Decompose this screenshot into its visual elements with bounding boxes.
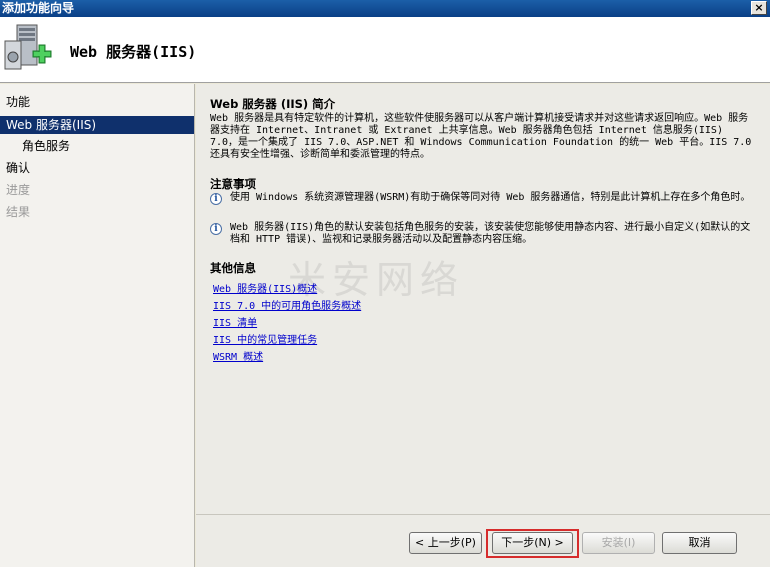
notes-title: 注意事项 bbox=[210, 177, 256, 191]
window-titlebar[interactable]: 添加功能向导 × bbox=[0, 0, 770, 17]
server-add-icon bbox=[4, 24, 52, 70]
close-button[interactable]: × bbox=[751, 1, 767, 15]
intro-title: Web 服务器 (IIS) 简介 bbox=[210, 97, 336, 111]
step-role-services[interactable]: 角色服务 bbox=[0, 137, 194, 155]
page-title: Web 服务器(IIS) bbox=[70, 43, 197, 61]
step-results: 结果 bbox=[6, 205, 31, 219]
note-text: Web 服务器(IIS)角色的默认安装包括角色服务的安装，该安装使您能够使用静态… bbox=[230, 222, 751, 245]
link-iis-checklist[interactable]: IIS 清单 bbox=[213, 314, 257, 329]
link-wsrm-overview[interactable]: WSRM 概述 bbox=[213, 348, 263, 363]
window-title: 添加功能向导 bbox=[2, 1, 75, 15]
install-button: 安装(I) bbox=[582, 532, 655, 554]
next-button[interactable]: 下一步(N) > bbox=[492, 532, 573, 554]
note-default-install: i Web 服务器(IIS)角色的默认安装包括角色服务的安装，该安装使您能够使用… bbox=[210, 222, 755, 250]
link-web-server-overview[interactable]: Web 服务器(IIS)概述 bbox=[213, 280, 317, 295]
wizard-footer: < 上一步(P) 下一步(N) > 安装(I) 取消 bbox=[196, 514, 770, 567]
step-web-server-iis[interactable]: Web 服务器(IIS) bbox=[0, 116, 194, 134]
info-icon: i bbox=[210, 223, 222, 235]
step-confirmation[interactable]: 确认 bbox=[0, 159, 194, 177]
note-wsrm: i 使用 Windows 系统资源管理器(WSRM)有助于确保等同对待 Web … bbox=[210, 192, 755, 220]
link-common-admin-tasks[interactable]: IIS 中的常见管理任务 bbox=[213, 331, 317, 346]
intro-text: Web 服务器是具有特定软件的计算机，这些软件使服务器可以从客户端计算机接受请求… bbox=[210, 113, 752, 160]
step-progress: 进度 bbox=[6, 183, 31, 197]
back-button[interactable]: < 上一步(P) bbox=[409, 532, 482, 554]
more-info-title: 其他信息 bbox=[210, 261, 256, 275]
wizard-content: 米安网络 Web 服务器 (IIS) 简介 Web 服务器是具有特定软件的计算机… bbox=[196, 84, 770, 514]
cancel-button[interactable]: 取消 bbox=[662, 532, 737, 554]
note-text: 使用 Windows 系统资源管理器(WSRM)有助于确保等同对待 Web 服务… bbox=[230, 192, 751, 203]
info-icon: i bbox=[210, 193, 222, 205]
wizard-steps-sidebar: 功能 Web 服务器(IIS) 角色服务 确认 进度 结果 bbox=[0, 84, 195, 567]
step-features[interactable]: 功能 bbox=[0, 93, 194, 111]
link-role-services-overview[interactable]: IIS 7.0 中的可用角色服务概述 bbox=[213, 297, 361, 312]
wizard-header: Web 服务器(IIS) bbox=[0, 17, 770, 83]
watermark: 米安网络 bbox=[288, 258, 465, 302]
